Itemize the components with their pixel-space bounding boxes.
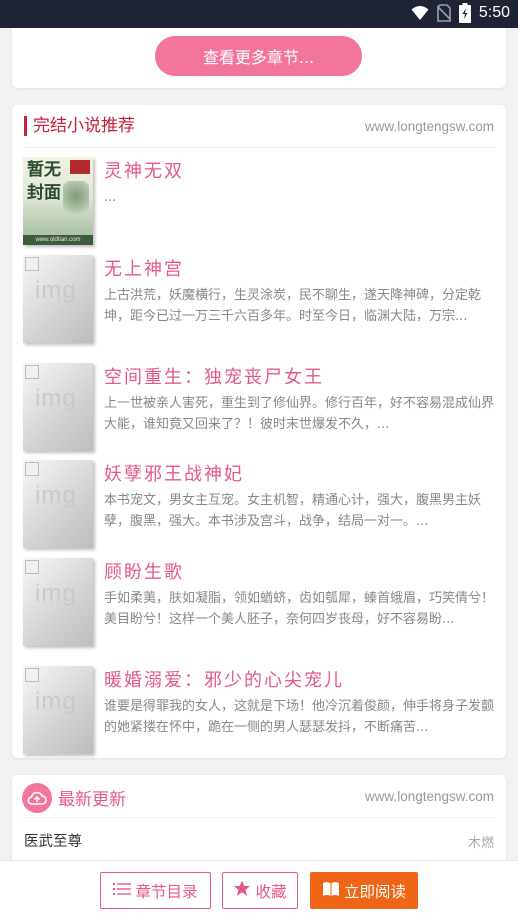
recommend-site-url: www.longtengsw.com xyxy=(364,119,494,134)
recommend-section: 完结小说推荐 www.longtengsw.com 暂无封面 www.oldti… xyxy=(12,105,506,758)
latest-site-url: www.longtengsw.com xyxy=(364,789,494,804)
cover-alt-text: img xyxy=(35,580,77,607)
book-description: 上一世被亲人害死，重生到了修仙界。修行百年，好不容易混成仙界大能，谁知竟又回来了… xyxy=(104,396,495,432)
chapters-card: 查看更多章节... xyxy=(12,28,506,88)
read-now-label: 立即阅读 xyxy=(343,882,406,901)
book-description: 手如柔荑，肤如凝脂，领如蝤蛴，齿如瓠犀，螓首蛾眉，巧笑倩兮！美目盼兮！这样一个美… xyxy=(104,591,495,627)
status-bar: 5:50 xyxy=(0,0,518,28)
book-cover-image[interactable]: img xyxy=(23,255,93,343)
book-title[interactable]: 空间重生：独宠丧尸女王 xyxy=(104,363,324,389)
broken-image-icon xyxy=(25,257,39,271)
latest-section: 最新更新 www.longtengsw.com 医武至尊 木燃 xyxy=(12,775,506,865)
chapter-list-button[interactable]: 章节目录 xyxy=(100,872,211,909)
cover-url-text: www.oldtian.com xyxy=(23,235,93,245)
favorite-button[interactable]: 收藏 xyxy=(222,872,298,909)
book-description: 本书宠文，男女主互宠。女主机智，精通心计，强大，腹黑男主妖孽，腹黑，强大。本书涉… xyxy=(104,493,482,529)
book-title[interactable]: 暖婚溺爱：邪少的心尖宠儿 xyxy=(104,666,344,692)
cloud-upload-icon xyxy=(22,783,52,813)
more-chapters-button[interactable]: 查看更多章节... xyxy=(155,36,362,76)
book-cover-image[interactable]: img xyxy=(23,558,93,646)
clock-time: 5:50 xyxy=(478,4,510,21)
cover-alt-text: img xyxy=(35,277,77,304)
read-now-button[interactable]: 立即阅读 xyxy=(310,872,418,909)
cover-alt-text: img xyxy=(35,385,77,412)
no-sim-icon xyxy=(436,4,451,22)
latest-title: 最新更新 xyxy=(58,790,126,810)
book-description: 上古洪荒，妖魔横行，生灵涂炭，民不聊生，遂天降神碑，分定乾坤，距今已过一万三千六… xyxy=(104,288,482,324)
chapter-list-label: 章节目录 xyxy=(135,882,198,901)
book-cover-image[interactable]: img xyxy=(23,363,93,451)
book-description: ... xyxy=(104,190,117,205)
wifi-icon xyxy=(411,5,429,21)
cover-text: 暂无封面 xyxy=(27,160,61,203)
broken-image-icon xyxy=(25,560,39,574)
broken-image-icon xyxy=(25,668,39,682)
cover-alt-text: img xyxy=(35,688,77,715)
broken-image-icon xyxy=(25,462,39,476)
book-title[interactable]: 顾盼生歌 xyxy=(104,558,184,584)
battery-charging-icon xyxy=(458,3,471,23)
book-title[interactable]: 无上神宫 xyxy=(104,255,184,281)
book-cover-image[interactable]: img xyxy=(23,460,93,548)
list-icon xyxy=(113,882,132,900)
cover-alt-text: img xyxy=(35,482,77,509)
book-cover-image[interactable]: img xyxy=(23,666,93,754)
recommend-title: 完结小说推荐 xyxy=(24,116,135,136)
divider xyxy=(22,817,496,818)
recommend-header: 完结小说推荐 www.longtengsw.com xyxy=(22,105,496,148)
book-cover-image[interactable]: 暂无封面 www.oldtian.com xyxy=(23,157,93,245)
favorite-label: 收藏 xyxy=(255,882,287,901)
book-title[interactable]: 妖孽邪王战神妃 xyxy=(104,460,244,486)
latest-list-item[interactable]: 医武至尊 木燃 xyxy=(24,830,494,852)
book-title[interactable]: 灵神无双 xyxy=(104,157,184,183)
star-icon xyxy=(233,880,251,901)
latest-book-title[interactable]: 医武至尊 xyxy=(24,830,82,851)
cover-seal xyxy=(70,160,90,174)
broken-image-icon xyxy=(25,365,39,379)
cover-illustration xyxy=(63,181,89,219)
book-open-icon xyxy=(322,881,340,901)
book-description: 谁要是得罪我的女人，这就是下场！他冷沉着俊颜，伸手将身子发颤的她紧搂在怀中，跪在… xyxy=(104,699,495,735)
bottom-action-bar: 章节目录 收藏 立即阅读 xyxy=(0,860,518,920)
latest-book-author: 木燃 xyxy=(467,836,494,851)
